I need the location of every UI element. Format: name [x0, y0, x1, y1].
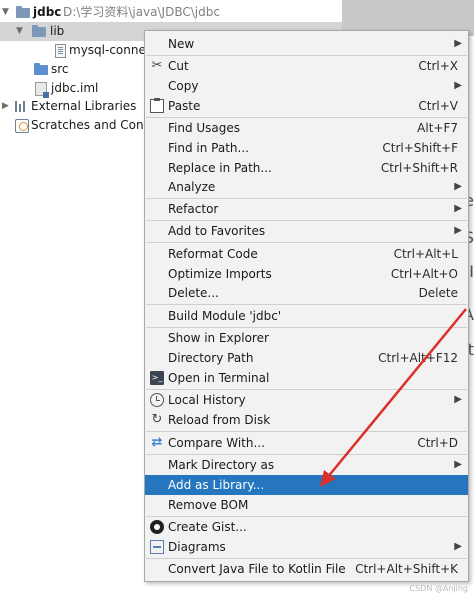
arrow-shaft	[326, 308, 467, 479]
annotation-arrow	[320, 308, 467, 487]
watermark: CSDN @Anjing	[409, 584, 469, 593]
arrow-head	[320, 470, 336, 487]
